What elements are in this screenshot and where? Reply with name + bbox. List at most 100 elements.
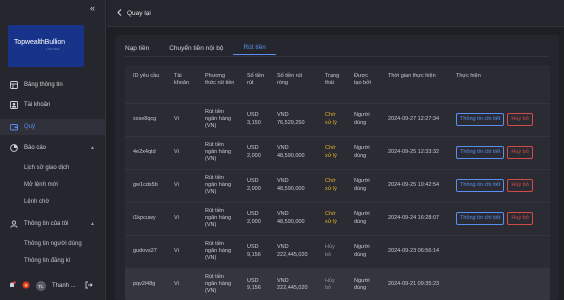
- sidebar-item-label: Quỹ: [24, 124, 36, 130]
- cell-time: 2024-09-23 06:56:14: [380, 234, 448, 268]
- tab-deposit[interactable]: Nạp tiền: [125, 41, 159, 55]
- cancel-button[interactable]: Huỷ bỏ: [507, 211, 533, 226]
- user-bar: TL Thanh ...: [0, 276, 105, 296]
- sidebar-subitem-pending-order[interactable]: Lệnh chờ: [24, 199, 49, 205]
- cell-method: Rút tiền ngân hàng (VN): [197, 201, 239, 235]
- sidebar-item-account[interactable]: Tài khoản: [0, 97, 105, 113]
- report-icon: [10, 144, 18, 152]
- cell-created-by: Người dùng: [346, 234, 380, 268]
- user-name: Thanh ...: [52, 283, 76, 289]
- cell-actions: Thông tin chi tiết Huỷ bỏ: [448, 201, 550, 235]
- cell-actions: Thông tin chi tiết Huỷ bỏ: [448, 102, 550, 136]
- status-badge: Chờ xử lý: [317, 102, 346, 136]
- table-row: i1kpcuwy Vi Rút tiền ngân hàng (VN) USD …: [125, 201, 550, 235]
- collapse-sidebar-icon[interactable]: «: [90, 3, 95, 13]
- brand-name: TopwealthBullion: [14, 39, 65, 46]
- sidebar-item-my-info[interactable]: Thông tin của tôi ▲: [0, 216, 105, 232]
- cell-account: Vi: [166, 135, 197, 169]
- cell-time: 2024-09-25 12:33:32: [380, 135, 448, 169]
- sidebar-item-label: Bảng thông tin: [24, 82, 63, 88]
- detail-button[interactable]: Thông tin chi tiết: [456, 112, 505, 127]
- wallet-icon: [10, 123, 18, 131]
- cell-account: Vi: [166, 168, 197, 202]
- sidebar-subitem-registration-info[interactable]: Thông tin đăng kí: [24, 258, 70, 264]
- col-header: Số tiền rút: [247, 73, 265, 86]
- cell-method: Rút tiền ngân hàng (VN): [197, 102, 239, 136]
- account-icon: [10, 101, 18, 109]
- sidebar-item-label: Báo cáo: [24, 145, 47, 151]
- cancel-button[interactable]: Huỷ bỏ: [507, 145, 533, 160]
- cell-account: Vi: [166, 201, 197, 235]
- sidebar-item-fund[interactable]: Quỹ: [0, 119, 105, 135]
- logout-icon[interactable]: [85, 281, 93, 291]
- cell-method: Rút tiền ngân hàng (VN): [197, 135, 239, 169]
- sidebar-item-dashboard[interactable]: Bảng thông tin: [0, 77, 105, 93]
- cell-amount: USD 3,150: [239, 102, 269, 136]
- cell-time: 2024-09-25 10:42:54: [380, 168, 448, 202]
- cell-time: 2024-09-21 09:35:23: [380, 267, 448, 300]
- col-header: Số tiền rút ròng: [277, 73, 303, 86]
- cell-net: VND 48,590,000: [269, 168, 317, 202]
- col-header: Thực hiện: [456, 73, 481, 79]
- cell-id: xxse8qcg: [125, 102, 166, 136]
- table-row: gudovs27 Vi Rút tiền ngân hàng (VN) USD …: [125, 234, 550, 268]
- status-badge: Chờ xử lý: [317, 168, 346, 202]
- table-row: gw1cds5b Vi Rút tiền ngân hàng (VN) USD …: [125, 168, 550, 202]
- detail-button[interactable]: Thông tin chi tiết: [456, 145, 505, 160]
- status-badge: Chờ xử lý: [317, 201, 346, 235]
- sidebar-item-label: Tài khoản: [24, 102, 51, 108]
- cell-method: Rút tiền ngân hàng (VN): [197, 267, 239, 300]
- sidebar-subitem-open-order[interactable]: Mở lệnh mới: [24, 182, 58, 188]
- tab-bar: Nạp tiền Chuyển tiền nội bộ Rút tiền: [125, 41, 276, 55]
- cell-net: VND 48,590,000: [269, 201, 317, 235]
- withdraw-table: ID yêu cầu Tài khoản Phương thức rút tiề…: [125, 65, 550, 300]
- cancel-button[interactable]: Huỷ bỏ: [507, 112, 533, 127]
- sidebar-item-report[interactable]: Báo cáo ▲: [0, 140, 105, 156]
- table-row: pqv2i48g Vi Rút tiền ngân hàng (VN) USD …: [125, 267, 550, 300]
- col-header: Trạng thái: [325, 73, 340, 86]
- cell-actions: [448, 234, 550, 268]
- cell-account: Vi: [166, 234, 197, 268]
- cell-actions: [448, 267, 550, 300]
- tab-withdraw[interactable]: Rút tiền: [233, 41, 276, 55]
- avatar[interactable]: TL: [36, 281, 46, 291]
- sidebar-subitem-user-info[interactable]: Thông tin người dùng: [24, 241, 82, 247]
- main-card: Nạp tiền Chuyển tiền nội bộ Rút tiền ID …: [115, 35, 559, 300]
- cell-created-by: Người dùng: [346, 102, 380, 136]
- language-flag-icon[interactable]: [22, 281, 30, 291]
- detail-button[interactable]: Thông tin chi tiết: [456, 211, 505, 226]
- cell-net: VND 222,445,020: [269, 234, 317, 268]
- table-row: xxse8qcg Vi Rút tiền ngân hàng (VN) USD …: [125, 102, 550, 136]
- table-header-row: ID yêu cầu Tài khoản Phương thức rút tiề…: [125, 65, 550, 103]
- col-header: Thời gian thực hiện: [388, 73, 436, 79]
- sidebar-item-label: Thông tin của tôi: [24, 221, 69, 227]
- dashboard-icon: [10, 81, 18, 89]
- cell-actions: Thông tin chi tiết Huỷ bỏ: [448, 168, 550, 202]
- cancel-button[interactable]: Huỷ bỏ: [507, 178, 533, 193]
- back-button[interactable]: Quay lại: [117, 9, 151, 18]
- cell-amount: USD 9,156: [239, 234, 269, 268]
- notification-bell-icon[interactable]: [8, 281, 16, 291]
- cell-net: VND 222,445,020: [269, 267, 317, 300]
- status-badge: Hủy bỏ: [317, 234, 346, 268]
- cell-time: 2024-09-27 12:27:34: [380, 102, 448, 136]
- cell-id: i1kpcuwy: [125, 201, 166, 235]
- cell-amount: USD 2,000: [239, 168, 269, 202]
- tab-internal-transfer[interactable]: Chuyển tiền nội bộ: [159, 41, 233, 55]
- chevron-up-icon: ▲: [90, 145, 95, 151]
- withdraw-table-container: ID yêu cầu Tài khoản Phương thức rút tiề…: [125, 65, 550, 300]
- back-label: Quay lại: [127, 10, 151, 17]
- status-badge: Chờ xử lý: [317, 135, 346, 169]
- sidebar-subitem-transaction-history[interactable]: Lịch sử giao dịch: [24, 165, 69, 171]
- cell-net: VND 48,590,000: [269, 135, 317, 169]
- chevron-up-icon: ▲: [90, 221, 95, 227]
- status-badge: Hủy bỏ: [317, 267, 346, 300]
- cell-id: pqv2i48g: [125, 267, 166, 300]
- cell-created-by: Người dùng: [346, 267, 380, 300]
- col-header: Được tạo bởi: [354, 73, 372, 86]
- detail-button[interactable]: Thông tin chi tiết: [456, 178, 505, 193]
- user-info-icon: [10, 220, 18, 228]
- brand-logo[interactable]: TopwealthBullion LIMITED: [8, 25, 84, 67]
- cell-created-by: Người dùng: [346, 135, 380, 169]
- cell-time: 2024-09-24 16:28:07: [380, 201, 448, 235]
